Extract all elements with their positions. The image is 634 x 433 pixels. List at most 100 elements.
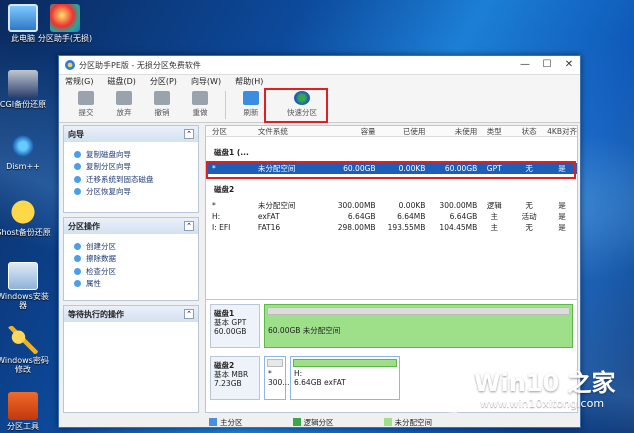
close-button[interactable]: ✕: [558, 56, 580, 74]
partition-list: 分区 文件系统 容量 已使用 未使用 类型 状态 4KB对齐 磁盘1 (... …: [205, 125, 578, 300]
disk-group-label: 磁盘2: [214, 184, 235, 194]
window-titlebar[interactable]: 分区助手PE版 - 无损分区免费软件 — ☐ ✕: [59, 56, 580, 75]
menu-disk[interactable]: 磁盘(D): [107, 76, 135, 87]
cell-type: 逻辑: [486, 201, 502, 210]
partition-assistant-icon: [50, 4, 80, 32]
wizard-item-copy-disk[interactable]: 复制磁盘向导: [64, 148, 198, 161]
ghost-icon: [8, 198, 38, 226]
partition-ops-panel: 分区操作 ⌃ 创建分区 擦除数据 检查分区 属性: [63, 217, 199, 301]
cell-4k-align: 是: [558, 201, 566, 210]
watermark-title: Win10 之家: [474, 369, 616, 397]
create-partition-icon: [74, 242, 81, 250]
cell-partition: *: [212, 201, 216, 210]
col-used[interactable]: 已使用: [376, 126, 426, 136]
legend-label: 逻辑分区: [303, 417, 334, 427]
menu-wizard[interactable]: 向导(W): [191, 76, 221, 87]
disk2-part-a-block[interactable]: * 300...: [264, 356, 289, 400]
table-row[interactable]: I: EFI FAT16 298.00MB 193.55MB 104.45MB …: [206, 222, 577, 233]
minimize-button[interactable]: —: [514, 56, 536, 74]
disk2-part-b-block[interactable]: H: 6.64GB exFAT: [290, 356, 400, 400]
col-4k-align[interactable]: 4KB对齐: [547, 126, 577, 136]
cell-unused: 104.45MB: [439, 223, 478, 232]
collapse-icon[interactable]: ⌃: [184, 309, 194, 319]
disk2-part-b-label: H:: [294, 369, 303, 378]
wipe-data-icon: [74, 255, 81, 263]
col-filesystem[interactable]: 文件系统: [258, 126, 318, 136]
disk2-info[interactable]: 磁盘2 基本 MBR 7.23GB: [210, 356, 260, 400]
cell-status: 无: [525, 223, 533, 232]
desktop-icon-ghost[interactable]: Ghost备份还原: [0, 198, 52, 237]
menu-help[interactable]: 帮助(H): [235, 76, 263, 87]
wizard-item-recovery[interactable]: 分区恢复向导: [64, 186, 198, 199]
col-capacity[interactable]: 容量: [318, 126, 376, 136]
menu-partition[interactable]: 分区(P): [150, 76, 177, 87]
undo-icon: [154, 90, 170, 105]
selected-row-highlight: [206, 161, 576, 179]
desktop-icon-password[interactable]: Windows密码修改: [0, 326, 52, 374]
undo-button[interactable]: 撤销: [143, 88, 181, 122]
disk2-part-b-desc: 6.64GB exFAT: [294, 378, 346, 387]
legend-logical: 逻辑分区: [292, 417, 334, 428]
pending-ops-header[interactable]: 等待执行的操作 ⌃: [64, 306, 198, 322]
windows-installer-icon: [8, 262, 38, 290]
desktop-icon-label: Windows密码修改: [0, 356, 49, 374]
wizard-item-label: 分区恢复向导: [86, 187, 131, 197]
wizard-item-label: 复制分区向导: [86, 162, 131, 172]
cell-partition: H:: [212, 212, 221, 221]
check-partition-icon: [74, 267, 81, 275]
disk-group-label: 磁盘1 (...: [214, 147, 249, 157]
computer-icon: [8, 4, 38, 32]
disk1-unallocated-block[interactable]: 60.00GB 未分配空间: [264, 304, 573, 348]
menu-general[interactable]: 常规(G): [65, 76, 93, 87]
redo-icon: [192, 90, 208, 105]
table-row[interactable]: * 未分配空间 300.00MB 0.00KB 300.00MB 逻辑 无 是: [206, 200, 577, 211]
cell-4k-align: 是: [558, 212, 566, 221]
desktop-icon-partition-tool[interactable]: 分区工具: [0, 392, 52, 431]
desktop-icon-windows-installer[interactable]: Windows安装器: [0, 262, 52, 310]
cell-capacity: 6.64GB: [347, 212, 376, 221]
cell-used: 193.55MB: [387, 223, 426, 232]
refresh-icon: [243, 90, 259, 105]
col-type[interactable]: 类型: [477, 126, 511, 136]
table-row[interactable]: H: exFAT 6.64GB 6.64MB 6.64GB 主 活动 是: [206, 211, 577, 222]
left-sidebar: 向导 ⌃ 复制磁盘向导 复制分区向导 迁移系统到固态磁盘 分区恢复向导 分区操作…: [63, 125, 199, 415]
wizard-item-copy-partition[interactable]: 复制分区向导: [64, 161, 198, 174]
collapse-icon[interactable]: ⌃: [184, 129, 194, 139]
wizard-item-migrate-os[interactable]: 迁移系统到固态磁盘: [64, 173, 198, 186]
maximize-button[interactable]: ☐: [536, 56, 558, 74]
cell-filesystem: FAT16: [257, 223, 281, 232]
commit-label: 提交: [78, 107, 94, 117]
cell-capacity: 298.00MB: [337, 223, 376, 232]
disk2-name: 磁盘2: [214, 361, 235, 370]
usage-bar: [267, 307, 570, 315]
legend-swatch: [383, 418, 392, 426]
legend-swatch: [209, 418, 217, 426]
col-status[interactable]: 状态: [511, 126, 547, 136]
desktop-icon-backup-restore[interactable]: CGI备份还原: [0, 70, 52, 109]
op-properties[interactable]: 属性: [64, 278, 198, 291]
legend-label: 主分区: [220, 417, 243, 427]
desktop-icon-label: Dism++: [6, 162, 40, 171]
discard-button[interactable]: 放弃: [105, 88, 143, 122]
properties-icon: [74, 280, 81, 288]
usage-bar: [293, 359, 397, 367]
partition-ops-title: 分区操作: [68, 221, 100, 231]
desktop-icon-label: 分区助手(无损): [37, 34, 93, 43]
desktop-icon-partition-assistant[interactable]: 分区助手(无损): [36, 4, 94, 43]
col-partition[interactable]: 分区: [206, 126, 258, 136]
disk1-info[interactable]: 磁盘1 基本 GPT 60.00GB: [210, 304, 260, 348]
commit-button[interactable]: 提交: [67, 88, 105, 122]
redo-button[interactable]: 重做: [181, 88, 219, 122]
op-create-partition[interactable]: 创建分区: [64, 240, 198, 253]
cell-used: 6.64MB: [397, 212, 426, 221]
wizard-panel-header[interactable]: 向导 ⌃: [64, 126, 198, 142]
cell-type: 主: [490, 223, 498, 232]
op-wipe-data[interactable]: 擦除数据: [64, 253, 198, 266]
desktop-icon-label: 分区工具: [7, 422, 39, 431]
op-check-partition[interactable]: 检查分区: [64, 265, 198, 278]
collapse-icon[interactable]: ⌃: [184, 221, 194, 231]
col-unused[interactable]: 未使用: [425, 126, 478, 136]
partition-ops-header[interactable]: 分区操作 ⌃: [64, 218, 198, 234]
desktop-icon-dism[interactable]: Dism++: [0, 132, 52, 171]
window-title: 分区助手PE版 - 无损分区免费软件: [79, 60, 201, 70]
